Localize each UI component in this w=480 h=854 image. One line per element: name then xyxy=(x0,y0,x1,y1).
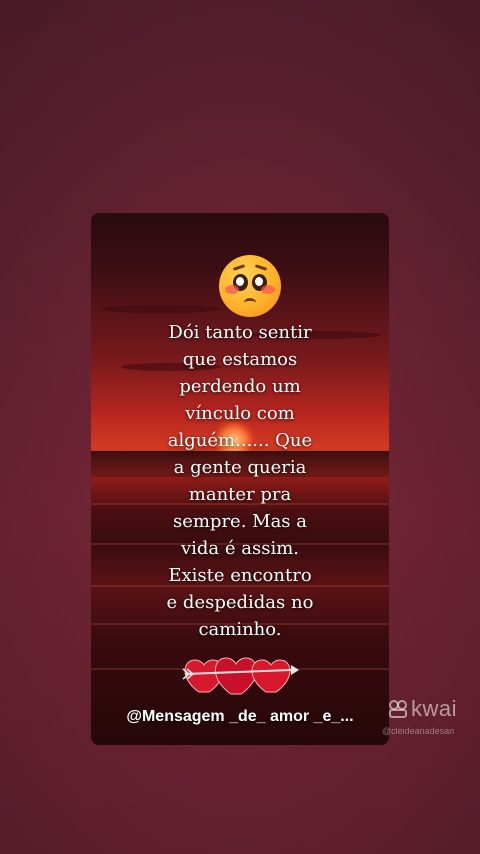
watermark-username: @cleideanadesan xyxy=(382,726,455,736)
message-line: alguém...... Que xyxy=(167,430,313,451)
message-line: vínculo com xyxy=(185,403,295,424)
kwai-brand-text: kwai xyxy=(411,696,458,721)
message-line: e despedidas no xyxy=(166,592,314,613)
message-line: manter pra xyxy=(188,484,292,505)
message-line: vida é assim. xyxy=(180,538,300,559)
message-line: sempre. Mas a xyxy=(172,511,308,532)
message-line: caminho. xyxy=(198,619,282,640)
kwai-watermark: kwai @cleideanadesan xyxy=(382,696,478,742)
kwai-logo-icon xyxy=(389,700,407,718)
author-handle[interactable]: @Mensagem _de_ amor _e_... xyxy=(91,708,389,726)
message-text: Dói tanto sentir que estamos perdendo um… xyxy=(91,319,389,643)
message-line: Existe encontro xyxy=(168,565,312,586)
post-image-card[interactable]: Dói tanto sentir que estamos perdendo um… xyxy=(91,213,389,745)
pleading-face-icon xyxy=(219,255,281,317)
message-line: a gente queria xyxy=(173,457,307,478)
message-line: que estamos xyxy=(182,349,298,370)
message-line: perdendo um xyxy=(179,376,301,397)
message-line: Dói tanto sentir xyxy=(168,322,312,343)
cloud-streak xyxy=(101,305,221,313)
hearts-with-arrow-icon xyxy=(182,657,299,695)
